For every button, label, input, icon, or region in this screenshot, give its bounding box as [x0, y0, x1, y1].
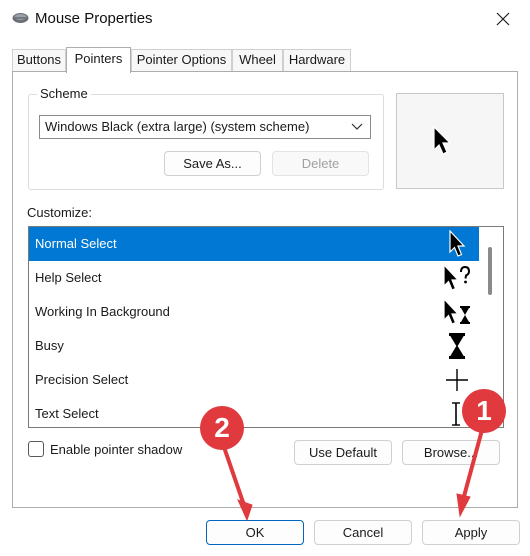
- scheme-label: Scheme: [37, 86, 91, 101]
- list-item-text-select[interactable]: Text Select: [29, 397, 479, 427]
- hourglass-cursor-icon: [449, 333, 465, 359]
- list-item-precision-select[interactable]: Precision Select: [29, 363, 479, 397]
- tab-pointer-options[interactable]: Pointer Options: [131, 49, 232, 71]
- list-item-normal-select[interactable]: Normal Select: [29, 227, 479, 261]
- mouse-icon: [12, 13, 29, 23]
- busy-arrow-cursor-icon: [443, 298, 470, 325]
- browse-button[interactable]: Browse...: [402, 440, 500, 465]
- scheme-group: Scheme Windows Black (extra large) (syst…: [28, 86, 384, 190]
- tab-buttons[interactable]: Buttons: [12, 49, 66, 71]
- arrow-cursor-icon: [433, 126, 452, 155]
- pointer-shadow-label: Enable pointer shadow: [50, 442, 183, 457]
- list-item-working-in-background[interactable]: Working In Background: [29, 295, 479, 329]
- list-item-busy[interactable]: Busy: [29, 329, 479, 363]
- tab-pointers[interactable]: Pointers: [66, 47, 131, 73]
- tab-hardware[interactable]: Hardware: [283, 49, 351, 71]
- title-bar: Mouse Properties: [0, 0, 530, 40]
- pointers-panel: Scheme Windows Black (extra large) (syst…: [12, 71, 518, 508]
- cursor-list[interactable]: Normal Select Help Select Working In Bac…: [28, 226, 504, 428]
- pointer-preview: [396, 93, 504, 189]
- save-as-button[interactable]: Save As...: [164, 151, 261, 176]
- delete-button[interactable]: Delete: [272, 151, 369, 176]
- close-icon: [496, 12, 510, 26]
- pointer-shadow-checkbox[interactable]: [28, 441, 44, 457]
- window-title: Mouse Properties: [35, 10, 153, 27]
- help-cursor-icon: [443, 264, 471, 291]
- chevron-down-icon: [351, 123, 363, 130]
- cancel-button[interactable]: Cancel: [314, 520, 412, 545]
- customize-label: Customize:: [27, 205, 93, 220]
- annotation-badge-2: 2: [200, 406, 244, 450]
- apply-button[interactable]: Apply: [422, 520, 520, 545]
- scrollbar-thumb[interactable]: [488, 247, 492, 295]
- close-button[interactable]: [488, 8, 518, 30]
- scheme-selected-value: Windows Black (extra large) (system sche…: [45, 119, 310, 134]
- ok-button[interactable]: OK: [206, 520, 304, 545]
- scheme-dropdown[interactable]: Windows Black (extra large) (system sche…: [39, 115, 371, 139]
- arrow-cursor-icon: [449, 230, 466, 257]
- tab-wheel[interactable]: Wheel: [232, 49, 283, 71]
- use-default-button[interactable]: Use Default: [294, 440, 392, 465]
- crosshair-cursor-icon: [446, 369, 468, 391]
- annotation-badge-1: 1: [462, 389, 506, 433]
- list-item-help-select[interactable]: Help Select: [29, 261, 479, 295]
